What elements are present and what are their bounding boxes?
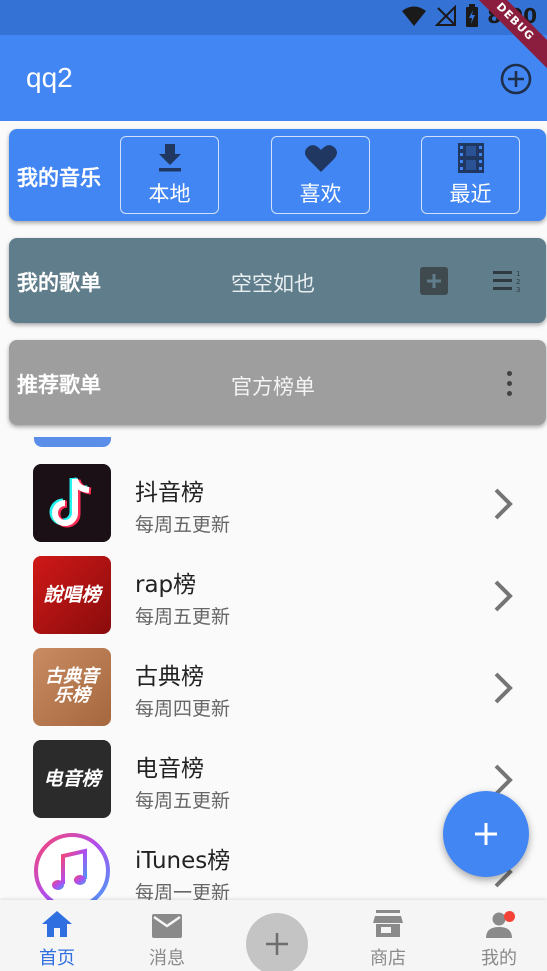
more-vert-dot [506, 370, 512, 376]
nav-home[interactable]: 首页 [17, 900, 97, 971]
heart-icon [304, 142, 337, 174]
my-music-label: 我的音乐 [17, 166, 101, 190]
plus-icon [475, 823, 497, 845]
add-box-icon [427, 274, 441, 288]
more-vert-dot [506, 380, 512, 386]
favorites-label: 喜欢 [299, 182, 342, 206]
nav-center-add-button[interactable] [246, 913, 308, 971]
ranking-title: iTunes榜 [135, 848, 231, 874]
tiktok-logo-icon [49, 477, 92, 528]
chevron-right-icon [494, 672, 513, 704]
ranking-update-text: 每周一更新 [135, 882, 231, 900]
ranking-title: 古典榜 [135, 664, 204, 690]
itunes-cover [33, 832, 111, 900]
my-playlist-card[interactable]: 我的歌单 空空如也 1 2 3 [9, 238, 546, 323]
local-music-label: 本地 [148, 182, 191, 206]
ranking-item-classical[interactable]: 古典音乐榜 古典榜 每周四更新 [0, 648, 547, 740]
add-playlist-button[interactable] [420, 267, 448, 295]
ranking-item-rap[interactable]: 說唱榜 rap榜 每周五更新 [0, 556, 547, 648]
favorites-button[interactable]: 喜欢 [271, 136, 370, 214]
itunes-logo-icon [34, 833, 110, 900]
bottom-navigation: 首页 消息 商店 我的 [0, 900, 547, 971]
classical-cover-text: 古典音乐榜 [45, 666, 99, 706]
ranking-update-text: 每周四更新 [135, 698, 231, 720]
chevron-right-icon [494, 488, 513, 520]
playlist-numbered-icon[interactable]: 1 2 3 [493, 268, 525, 294]
app-bar: qq2 [0, 35, 547, 121]
film-icon [457, 142, 484, 174]
svg-text:2: 2 [516, 278, 520, 286]
ranking-update-text: 每周五更新 [135, 790, 231, 812]
my-playlist-label: 我的歌单 [17, 271, 101, 295]
battery-charging-icon [465, 4, 479, 28]
mail-icon [152, 900, 182, 938]
add-circle-button[interactable] [499, 62, 533, 96]
ranking-item-douyin[interactable]: 抖音榜 每周五更新 [0, 464, 547, 556]
recommend-label: 推荐歌单 [17, 373, 101, 397]
no-signal-icon [435, 5, 457, 27]
nav-messages[interactable]: 消息 [127, 900, 207, 971]
more-vert-dot [506, 390, 512, 396]
rap-cover-text: 說唱榜 [43, 583, 101, 606]
status-bar: 8:00 [0, 0, 547, 35]
classical-cover: 古典音乐榜 [33, 648, 111, 726]
notification-badge-dot [504, 911, 515, 922]
nav-store-label: 商店 [370, 948, 406, 969]
plus-icon [266, 933, 288, 955]
nav-profile[interactable]: 我的 [459, 900, 539, 971]
store-icon [373, 900, 403, 938]
ranking-title: rap榜 [135, 572, 197, 598]
nav-home-label: 首页 [39, 948, 75, 969]
recent-label: 最近 [449, 182, 492, 206]
floating-add-button[interactable] [443, 791, 529, 877]
recommend-card[interactable]: 推荐歌单 官方榜单 [9, 340, 546, 425]
ranking-update-text: 每周五更新 [135, 514, 231, 536]
playlist-empty-text: 空空如也 [231, 272, 315, 296]
nav-profile-label: 我的 [481, 948, 517, 969]
douyin-cover [33, 464, 111, 542]
ranking-title: 电音榜 [135, 756, 204, 782]
app-title: qq2 [26, 62, 73, 93]
nav-messages-label: 消息 [149, 948, 185, 969]
nav-store[interactable]: 商店 [348, 900, 428, 971]
electronic-cover: 电音榜 [33, 740, 111, 818]
my-music-card: 我的音乐 本地 喜欢 最近 [9, 129, 546, 221]
electronic-cover-text: 电音榜 [43, 767, 101, 790]
recommend-subtitle: 官方榜单 [231, 375, 315, 399]
home-icon [41, 900, 73, 938]
rap-cover: 說唱榜 [33, 556, 111, 634]
svg-text:1: 1 [516, 270, 520, 278]
local-music-button[interactable]: 本地 [120, 136, 219, 214]
more-options-button[interactable] [499, 368, 519, 398]
download-icon [158, 142, 182, 174]
ranking-update-text: 每周五更新 [135, 606, 231, 628]
ranking-title: 抖音榜 [135, 480, 204, 506]
wifi-icon [401, 5, 427, 27]
recent-button[interactable]: 最近 [421, 136, 520, 214]
add-circle-icon [500, 63, 532, 95]
chevron-right-icon [494, 580, 513, 612]
svg-text:3: 3 [516, 286, 520, 294]
partial-list-item [34, 437, 111, 447]
